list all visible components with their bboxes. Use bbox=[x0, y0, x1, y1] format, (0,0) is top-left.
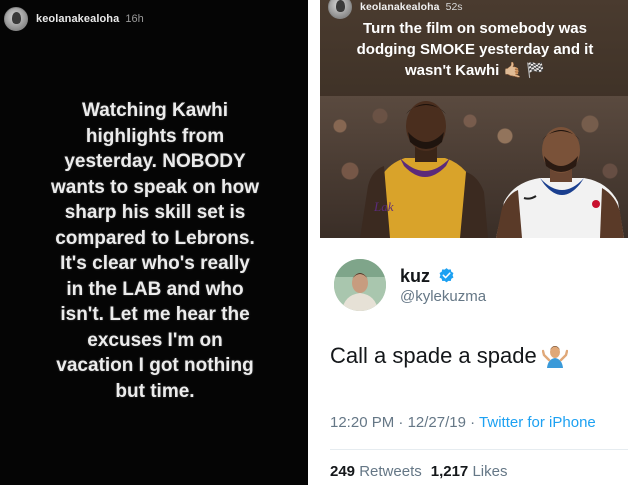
user-handle[interactable]: @kylekuzma bbox=[400, 288, 486, 305]
avatar[interactable] bbox=[334, 259, 386, 311]
tweet-text: Call a spade a spade bbox=[330, 342, 568, 369]
retweets-count: 249 bbox=[330, 463, 356, 480]
story-timestamp: 16h bbox=[125, 13, 144, 25]
likes-count: 1,217 bbox=[430, 463, 469, 480]
story-header: keolanakealoha 52s bbox=[328, 0, 463, 20]
story-username[interactable]: keolanakealoha bbox=[36, 13, 119, 25]
tweet-meta: 12:20 PM · 12/27/19 · Twitter for iPhone bbox=[330, 414, 596, 431]
basketball-photo: Lak bbox=[320, 96, 628, 238]
tweet-stats: 249 Retweets 1,217 Likes bbox=[330, 463, 507, 480]
story-text: Watching Kawhi highlights from yesterday… bbox=[51, 100, 259, 402]
right-story-panel: keolanakealoha 52s Turn the film on some… bbox=[320, 0, 628, 238]
retweets-label: Retweets bbox=[359, 463, 422, 480]
caption-line: dodging SMOKE yesterday and it bbox=[356, 41, 594, 58]
avatar[interactable] bbox=[328, 0, 352, 19]
tweet-card: kuz @kylekuzma Call a spade a spade 12:2… bbox=[320, 244, 628, 485]
tweet-body-text: Call a spade a spade bbox=[330, 343, 537, 368]
svg-text:Lak: Lak bbox=[373, 199, 394, 214]
player-white-jersey bbox=[496, 127, 624, 238]
player-gold-jersey: Lak bbox=[360, 101, 488, 238]
likes-stat[interactable]: 1,217 Likes bbox=[431, 463, 508, 480]
story-username[interactable]: keolanakealoha bbox=[360, 1, 440, 13]
story-caption: Turn the film on somebody was dodging SM… bbox=[326, 18, 624, 81]
avatar[interactable] bbox=[4, 7, 28, 31]
retweets-stat[interactable]: 249 Retweets bbox=[330, 463, 422, 480]
display-name[interactable]: kuz bbox=[400, 266, 430, 287]
left-story-panel: keolanakealoha 16h Watching Kawhi highli… bbox=[0, 0, 308, 485]
caption-line: Turn the film on somebody was bbox=[363, 20, 587, 37]
shrug-emoji-icon bbox=[541, 346, 568, 368]
meta-separator: · bbox=[470, 414, 476, 431]
story-header: keolanakealoha 16h bbox=[4, 6, 144, 32]
divider bbox=[330, 449, 628, 450]
tweet-time[interactable]: 12:20 PM bbox=[330, 414, 394, 431]
caption-line: wasn't Kawhi 🤙🏼 🏁 bbox=[404, 62, 546, 79]
story-timestamp: 52s bbox=[445, 1, 463, 13]
tweet-source-link[interactable]: Twitter for iPhone bbox=[479, 414, 596, 431]
meta-separator: · bbox=[398, 414, 404, 431]
verified-badge-icon bbox=[439, 268, 454, 283]
likes-label: Likes bbox=[472, 463, 508, 480]
tweet-date[interactable]: 12/27/19 bbox=[408, 414, 466, 431]
